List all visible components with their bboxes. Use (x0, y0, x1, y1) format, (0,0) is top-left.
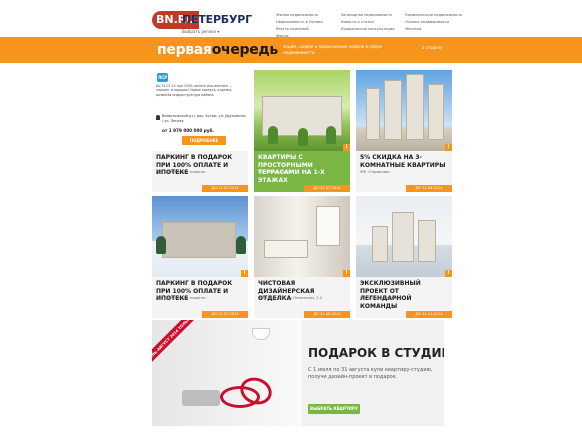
nav-link-residential[interactable]: Жилая недвижимость (276, 13, 337, 18)
banner-heading: ПОДАРОК В СТУДИЮ! (308, 346, 444, 360)
nav-link-country[interactable]: Загородная недвижимость (341, 13, 402, 18)
building-shape (384, 80, 402, 140)
offer-photo (152, 196, 248, 277)
offer-title: 5% СКИДКА НА 3-КОМНАТНЫЕ КВАРТИРЫ (360, 154, 446, 169)
offer-tile-4[interactable]: i ПАРКИНГ В ПОДАРОК ПРИ 100% ОПЛАТЕ И ИП… (152, 196, 248, 318)
building-shape (406, 74, 424, 140)
window-shape (316, 206, 340, 246)
offer-address: Всеволожский р-н, дер. Бугры, ул. Дружин… (162, 114, 246, 123)
offer-info-card: ЛСР До 31.07.14 при 100% оплате или ипот… (152, 70, 248, 151)
building-shape (392, 212, 414, 262)
nav-link-commercial[interactable]: Коммерческая недвижимость (405, 13, 466, 18)
building-shape (162, 222, 236, 258)
tree-shape (268, 126, 278, 144)
offer-date-badge: ДО 31.08.2014 (304, 311, 350, 318)
info-icon[interactable]: i (343, 144, 350, 151)
region-select[interactable]: Выбрать регион ▾ (182, 29, 219, 34)
lamp-shape (252, 328, 270, 340)
top-navigation: Жилая недвижимость Загородная недвижимос… (276, 13, 466, 39)
promo-tagline: акции, скидки и предложения недели в сфе… (283, 44, 383, 55)
brand-word-thin: первая (157, 42, 212, 58)
building-shape (428, 84, 444, 140)
site-logo[interactable]: BN.RU ПЕТЕРБУРГ Выбрать регион ▾ (152, 9, 260, 35)
offer-tile-6[interactable]: i ЭКСКЛЮЗИВНЫЙ ПРОЕКТ ОТ ЛЕГЕНДАРНОЙ КОМ… (356, 196, 452, 318)
tree-shape (156, 236, 166, 254)
sofa-shape (182, 390, 220, 406)
offer-title: КВАРТИРЫ С ПРОСТОРНЫМИ ТЕРРАСАМИ НА 1-Х … (258, 154, 325, 184)
offer-date-badge: ДО 31.07.2014 (202, 185, 248, 192)
info-icon[interactable]: i (241, 270, 248, 277)
logo-city: ПЕТЕРБУРГ (182, 13, 252, 26)
offer-complex: ЖК «Зеленоград тишина» (156, 296, 207, 300)
choose-apartment-button[interactable]: ВЫБРАТЬ КВАРТИРУ (308, 404, 360, 414)
offer-date-badge: ДО 31.12.2014 (406, 311, 452, 318)
nav-link-registry[interactable]: Реестр компаний (276, 27, 337, 32)
share-link[interactable]: в сторону (422, 45, 443, 51)
brand-word-bold: очередь (211, 42, 279, 58)
building-shape (372, 226, 388, 262)
nav-link-legal[interactable]: Юридическая консультация (341, 27, 402, 32)
tree-shape (236, 236, 246, 254)
promo-brand-title[interactable]: перваяочередь (157, 42, 278, 58)
location-pin-icon (156, 115, 160, 120)
banner-illustration: ИЮЛЬ–АВГУСТ 2014 ТОЛЬКО (152, 320, 302, 426)
nav-link-latvia[interactable]: Недвижимость в Латвии (276, 20, 337, 25)
offer-price: от 1 979 000 000 руб. (162, 128, 214, 133)
offer-complex: ЖК «Солнечный» (258, 170, 292, 174)
nav-link-valuation[interactable]: Оценка недвижимости (405, 20, 466, 25)
offer-date-badge: ДО 31.08.2014 (406, 185, 452, 192)
building-shape (366, 88, 380, 140)
offer-date-badge: ДО 31.07.2014 (304, 185, 350, 192)
more-button[interactable]: ПОДРОБНЕЕ (182, 136, 226, 145)
promo-ribbon: ИЮЛЬ–АВГУСТ 2014 ТОЛЬКО (152, 320, 197, 367)
sofa-shape (264, 240, 308, 258)
offer-complex: ЖК «Легенда» на Ленинском, 2-4 (258, 296, 323, 300)
offer-complex: ЖК «Ленинский мыс» (360, 296, 402, 300)
offer-tile-5[interactable]: i ЧИСТОВАЯ ДИЗАЙНЕРСКАЯ ОТДЕЛКА ЖК «Леге… (254, 196, 350, 318)
offer-tile-3[interactable]: i 5% СКИДКА НА 3-КОМНАТНЫЕ КВАРТИРЫ ЖК «… (356, 70, 452, 192)
info-icon[interactable]: i (343, 270, 350, 277)
offer-photo (356, 70, 452, 151)
offer-tile-2[interactable]: i КВАРТИРЫ С ПРОСТОРНЫМИ ТЕРРАСАМИ НА 1-… (254, 70, 350, 192)
studio-gift-banner[interactable]: ИЮЛЬ–АВГУСТ 2014 ТОЛЬКО ПОДАРОК В СТУДИЮ… (152, 320, 444, 426)
tree-shape (298, 128, 308, 146)
offer-date-badge: ДО 31.07.2014 (202, 311, 248, 318)
info-icon[interactable]: i (445, 144, 452, 151)
developer-logo: ЛСР (157, 73, 168, 82)
tree-shape (326, 126, 336, 144)
page: BN.RU ПЕТЕРБУРГ Выбрать регион ▾ Жилая н… (0, 0, 582, 433)
offer-title: ЭКСКЛЮЗИВНЫЙ ПРОЕКТ ОТ ЛЕГЕНДАРНОЙ КОМАН… (360, 280, 421, 310)
offer-description: До 31.07.14 при 100% оплате или ипотеке … (156, 84, 233, 97)
banner-text: С 1 июля по 31 августа купи квартиру-сту… (308, 367, 433, 380)
info-icon[interactable]: i (445, 270, 452, 277)
offer-photo (254, 70, 350, 151)
nav-link-mortgage[interactable]: Ипотека (405, 27, 466, 32)
nav-link-news[interactable]: Новости и статьи (341, 20, 402, 25)
offer-photo (356, 196, 452, 277)
offer-tile-1[interactable]: ЛСР До 31.07.14 при 100% оплате или ипот… (152, 70, 248, 192)
offer-photo (254, 196, 350, 277)
building-shape (418, 220, 436, 262)
offer-complex: ЖК «Зеленоград тишина» (156, 170, 207, 174)
offer-complex: ЖК «Гармония» (360, 170, 391, 174)
site-header: BN.RU ПЕТЕРБУРГ Выбрать регион ▾ Жилая н… (0, 0, 582, 39)
